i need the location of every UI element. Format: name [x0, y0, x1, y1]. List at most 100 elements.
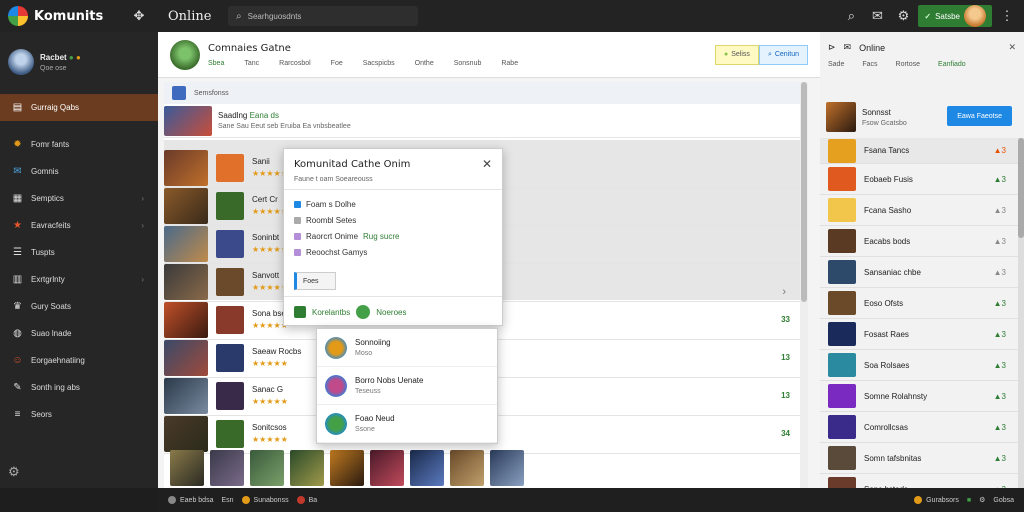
modal-option[interactable]: Roombl Setes [294, 212, 492, 228]
sidebar-toggle-icon[interactable]: ⊳ [828, 42, 836, 53]
filter-button[interactable]: ● Seliss [715, 44, 759, 65]
strip-thumb[interactable] [210, 450, 244, 486]
right-tab-2[interactable]: Rortose [896, 61, 921, 68]
game-icon [828, 291, 856, 315]
join-button[interactable]: ⌕ Cenitun [758, 44, 808, 65]
list-item[interactable]: Somne Rolahnsty ▲3 [820, 381, 1024, 412]
settings-icon[interactable]: ⚙ [979, 496, 985, 504]
status-item[interactable]: Gurabsors [914, 496, 959, 504]
option-icon [294, 232, 301, 240]
profile-avatar[interactable] [8, 49, 34, 75]
app-logo[interactable]: Komunits [0, 6, 128, 26]
tab-6[interactable]: Sonsnub [454, 60, 482, 67]
puzzle-icon[interactable]: ✥ [128, 8, 150, 24]
list-item[interactable]: Comrollcsas ▲3 [820, 412, 1024, 443]
list-item[interactable]: Fosast Raes ▲3 [820, 319, 1024, 350]
sidebar-item[interactable]: ▦ Semptics › [0, 185, 158, 212]
list-scrollbar[interactable] [800, 82, 808, 488]
status-item[interactable]: Sunabonss [241, 496, 289, 504]
list-item-name: Sansaniac chbe [864, 267, 921, 277]
list-item[interactable]: Fcana Sasho ▲3 [820, 195, 1024, 226]
strip-thumb[interactable] [490, 450, 524, 486]
sidebar-item[interactable]: ☰ Tuspts [0, 239, 158, 266]
row-title: Sonitcsos [252, 423, 287, 432]
modal-footer-link-a[interactable]: Korelantbs [312, 308, 350, 317]
row-title: Saeaw Rocbs [252, 347, 302, 356]
row-thumbnail [164, 377, 208, 414]
right-tab-3[interactable]: Eanfiado [938, 61, 966, 68]
list-item[interactable]: Somn tafsbnitas ▲3 [820, 443, 1024, 474]
thumbnail-strip [170, 450, 524, 486]
tab-4[interactable]: Sacspicbs [363, 60, 395, 67]
tab-3[interactable]: Foe [331, 60, 343, 67]
sidebar-item[interactable]: ▤ Gurraig Qabs [0, 94, 158, 121]
more-icon[interactable]: ⋮ [996, 8, 1018, 24]
online-status-button[interactable]: ✓ Ѕatsbe [918, 5, 992, 27]
close-icon[interactable]: ✕ [482, 157, 492, 171]
sidebar-item[interactable]: ✉ Gomnis [0, 158, 158, 185]
status-item[interactable]: Esn [221, 496, 233, 504]
sidebar-item[interactable]: ♛ Gury Soats [0, 293, 158, 320]
profile-card[interactable]: Racbet ● ● Qoe ose [0, 32, 158, 92]
chevron-right-icon[interactable]: › [782, 286, 786, 298]
list-item[interactable]: Soa Rolsaes ▲3 [820, 350, 1024, 381]
list-item[interactable]: Eoso Ofsts ▲3 [820, 288, 1024, 319]
profile-sub: Qoe ose [40, 64, 67, 72]
right-tab-0[interactable]: Sade [828, 61, 844, 68]
modal-footer-link-b[interactable]: Noeroes [376, 308, 406, 317]
settings-icon[interactable]: ⚙ [892, 8, 914, 24]
sidebar-item[interactable]: ▥ Exrtgrlnty › [0, 266, 158, 293]
user-avatar[interactable] [964, 5, 986, 27]
featured-row[interactable]: Saadlng Eana ds Sane Sau Eeut seb Eruiba… [164, 104, 808, 138]
modal-action-button[interactable]: Foes [294, 272, 336, 290]
strip-thumb[interactable] [250, 450, 284, 486]
status-bar: Eaeb bdsa Esn Sunabonss Ba Gurabsors ■ ⚙… [158, 488, 1024, 512]
chat-icon[interactable]: ■ [967, 497, 971, 504]
list-item[interactable]: Eacabs bods ▲3 [820, 226, 1024, 257]
dropdown-item[interactable]: Foao Neud Ssone [317, 405, 497, 443]
sidebar-item[interactable]: ◍ Suao lnade [0, 320, 158, 347]
list-item[interactable]: Sansaniac chbe ▲3 [820, 257, 1024, 288]
right-featured[interactable]: Sonnsst Fsow Gcatsbo Eawa Faeotse [826, 98, 1018, 136]
strip-thumb[interactable] [370, 450, 404, 486]
search-icon[interactable]: ⌕ [840, 8, 862, 24]
modal-option[interactable]: Foam s Dolhe [294, 196, 492, 212]
sidebar-item[interactable]: ☺ Eorgaehnatiing [0, 347, 158, 374]
right-scrollbar[interactable] [1018, 138, 1024, 488]
dropdown-item[interactable]: Borro Nobs Uenate Teseuss [317, 367, 497, 405]
strip-thumb[interactable] [450, 450, 484, 486]
strip-thumb[interactable] [290, 450, 324, 486]
close-icon[interactable]: ✕ [1008, 42, 1016, 53]
sidebar-item[interactable]: ✎ Sonth ing abs [0, 374, 158, 401]
tab-0[interactable]: Sbea [208, 60, 224, 67]
sidebar-item[interactable]: ★ Eavracfeits › [0, 212, 158, 239]
right-featured-button[interactable]: Eawa Faeotse [947, 106, 1012, 126]
modal-option[interactable]: Reoochst Gamys [294, 244, 492, 260]
modal-option[interactable]: Raorcrt Onime Rug sucre [294, 228, 492, 244]
option-icon [294, 248, 301, 256]
game-icon [828, 322, 856, 346]
sidebar-item[interactable]: ≡ Seors [0, 401, 158, 428]
dropdown-item[interactable]: Sonnoiing Moso [317, 329, 497, 367]
search-box[interactable]: ⌕ [228, 6, 418, 26]
settings-icon[interactable]: ⚙ [8, 464, 20, 480]
tab-7[interactable]: Rabe [501, 60, 518, 67]
notification-icon[interactable]: ✉ [866, 8, 888, 24]
status-item[interactable]: Gobsa [993, 497, 1014, 504]
strip-thumb[interactable] [410, 450, 444, 486]
list-item-name: Soa Rolsaes [864, 360, 910, 370]
tab-1[interactable]: Tanc [244, 60, 259, 67]
row-icon [216, 191, 244, 220]
tab-2[interactable]: Rarcosbol [279, 60, 311, 67]
strip-thumb[interactable] [170, 450, 204, 486]
strip-thumb[interactable] [330, 450, 364, 486]
status-item[interactable]: Eaeb bdsa [168, 496, 213, 504]
game-avatar[interactable] [170, 39, 200, 70]
status-item[interactable]: Ba [296, 496, 317, 504]
list-item[interactable]: Fsana Tancs ▲3 [820, 138, 1024, 164]
tab-5[interactable]: Onthe [415, 60, 434, 67]
right-tab-1[interactable]: Facs [862, 61, 877, 68]
sidebar-item[interactable]: ✹ Fomr fants [0, 131, 158, 158]
search-input[interactable] [247, 11, 398, 21]
list-item[interactable]: Eobaeb Fusis ▲3 [820, 164, 1024, 195]
